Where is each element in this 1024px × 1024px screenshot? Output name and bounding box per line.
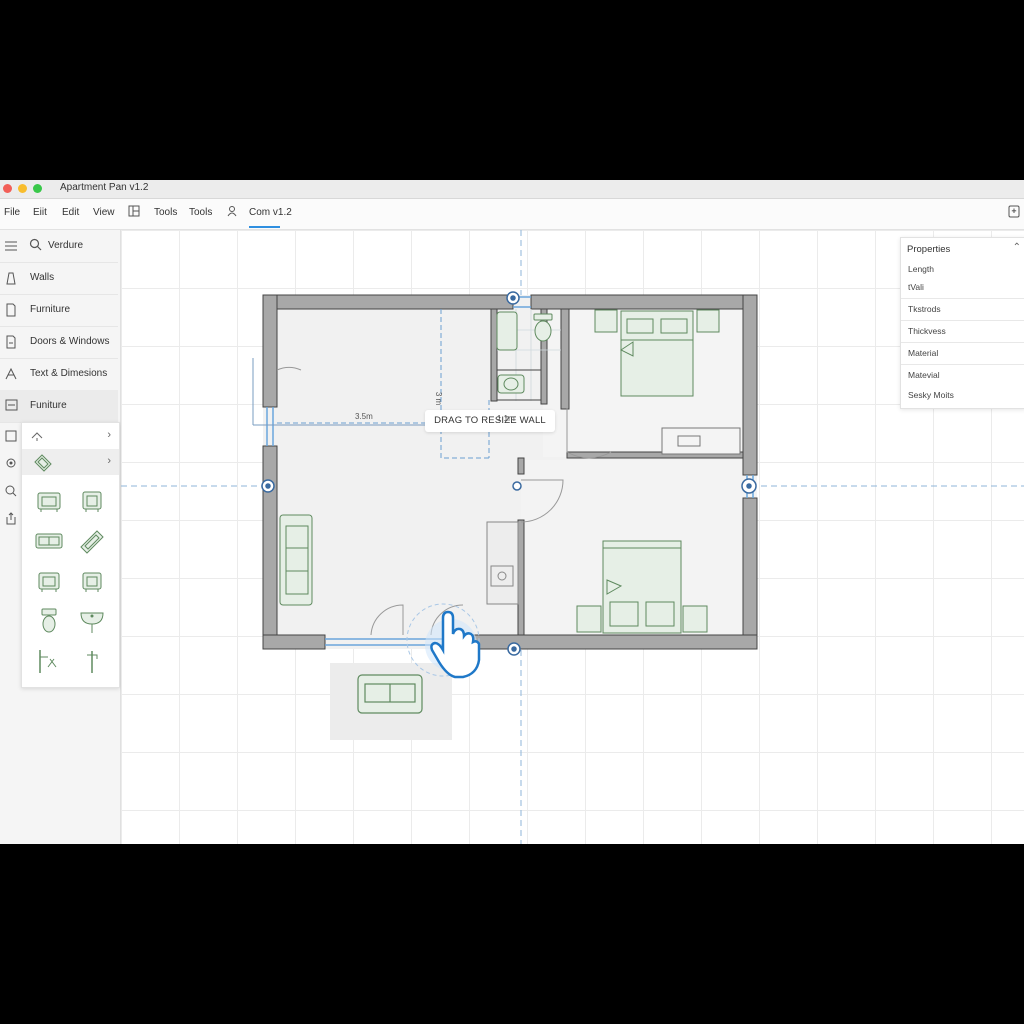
dimension-label-door: 1.1m (497, 414, 515, 423)
sidebar-item-text-dimensions[interactable]: Text & Dimesions (0, 358, 118, 391)
armchair-icon[interactable] (34, 567, 64, 595)
menu-tools-2[interactable]: Tools (189, 207, 212, 218)
property-thickness[interactable]: Thickvess (908, 326, 946, 336)
faucet-icon[interactable] (77, 647, 107, 675)
menu-view[interactable]: View (93, 207, 115, 218)
gear-icon[interactable] (5, 457, 17, 469)
living-sofa[interactable] (279, 514, 313, 606)
property-value[interactable]: tVali (908, 282, 924, 292)
square-tool-icon[interactable] (5, 430, 17, 442)
window-title: Apartment Pan v1.2 (60, 182, 149, 193)
sidebar-item-label: Furniture (30, 304, 71, 315)
layout-icon[interactable] (128, 205, 140, 217)
menu-tools[interactable]: Tools (154, 207, 177, 218)
divider (901, 342, 1024, 343)
sidebar-item-furniture[interactable]: Furniture (0, 294, 118, 327)
sidebar-item-label: Doors & Windows (30, 336, 110, 347)
zoom-icon[interactable] (5, 485, 17, 497)
properties-panel: Properties ⌃ Length tVali Tkstrods Thick… (900, 237, 1024, 409)
app-window: Apartment Pan v1.2 File Eiit Edit View T… (0, 180, 1024, 844)
property-material-value[interactable]: Matevial (908, 370, 940, 380)
resize-wall-tooltip: DRAG TO RESIZE WALL (425, 410, 555, 432)
sidebar-item-label: Text & Dimesions (30, 368, 108, 379)
palette-category-row[interactable]: › (22, 423, 119, 449)
chevron-right-icon: › (107, 429, 111, 441)
panel-toggle-icon[interactable] (1008, 205, 1020, 218)
floor-plan-canvas[interactable]: DRAG TO RESIZE WALL 3.5m 3 m 1.1m (121, 230, 1024, 844)
armchair-icon[interactable] (34, 487, 64, 515)
share-icon[interactable] (5, 512, 17, 525)
sidebar-item-doors-windows[interactable]: Doors & Windows (0, 326, 118, 359)
property-extra[interactable]: Sesky Moits (908, 390, 954, 400)
minimize-window-button[interactable] (18, 184, 27, 193)
search-input[interactable]: Verdure (48, 240, 83, 251)
furniture-icon (6, 303, 16, 317)
properties-title: Properties (907, 244, 951, 255)
sidebar-search-row: Verdure (0, 230, 118, 263)
menu-edit[interactable]: Edit (62, 207, 79, 218)
active-tab-indicator (249, 226, 280, 228)
sidebar-item-label: Walls (30, 272, 55, 283)
property-length[interactable]: Length (908, 264, 934, 274)
chair-rotated-icon (34, 454, 52, 472)
floor-plan (121, 230, 1024, 844)
furniture-palette: › › (21, 422, 120, 688)
shower-faucet-icon[interactable] (34, 647, 64, 675)
sidebar-item-label: Funiture (30, 400, 67, 411)
sink-icon[interactable] (77, 607, 107, 635)
loveseat-icon[interactable] (34, 527, 64, 555)
tab-com[interactable]: Com v1.2 (249, 207, 292, 218)
armchair-icon[interactable] (77, 487, 107, 515)
divider (901, 298, 1024, 299)
dragged-sofa[interactable] (357, 674, 423, 714)
toilet-icon[interactable] (34, 607, 64, 635)
palette-category-row-selected[interactable]: › (22, 449, 119, 475)
user-icon[interactable] (226, 205, 238, 217)
search-icon (29, 238, 42, 251)
chevron-up-icon[interactable]: ⌃ (1013, 242, 1021, 253)
furniture-selected-icon (5, 399, 18, 411)
door-icon (6, 335, 16, 349)
lamp-icon (31, 432, 43, 441)
property-thickness-header[interactable]: Tkstrods (908, 304, 941, 314)
maximize-window-button[interactable] (33, 184, 42, 193)
text-dimension-icon (5, 367, 17, 380)
hamburger-icon[interactable] (5, 241, 17, 251)
menu-eiit[interactable]: Eiit (33, 207, 47, 218)
sidebar-item-funiture[interactable]: Funiture (0, 390, 118, 423)
kitchen-counter[interactable] (486, 521, 519, 605)
sofa-angled-icon[interactable] (77, 527, 107, 555)
armchair-icon[interactable] (77, 567, 107, 595)
title-bar: Apartment Pan v1.2 (0, 180, 1024, 199)
close-window-button[interactable] (3, 184, 12, 193)
menu-file[interactable]: File (4, 207, 20, 218)
wall-icon (6, 272, 16, 285)
menu-bar: File Eiit Edit View Tools Tools Com v1.2 (0, 199, 1024, 230)
sidebar-item-walls[interactable]: Walls (0, 262, 118, 295)
dimension-label-width: 3.5m (355, 412, 373, 421)
divider (901, 364, 1024, 365)
property-material[interactable]: Material (908, 348, 938, 358)
dimension-label-height: 3 m (434, 391, 444, 406)
divider (901, 320, 1024, 321)
chevron-right-icon: › (107, 455, 111, 467)
